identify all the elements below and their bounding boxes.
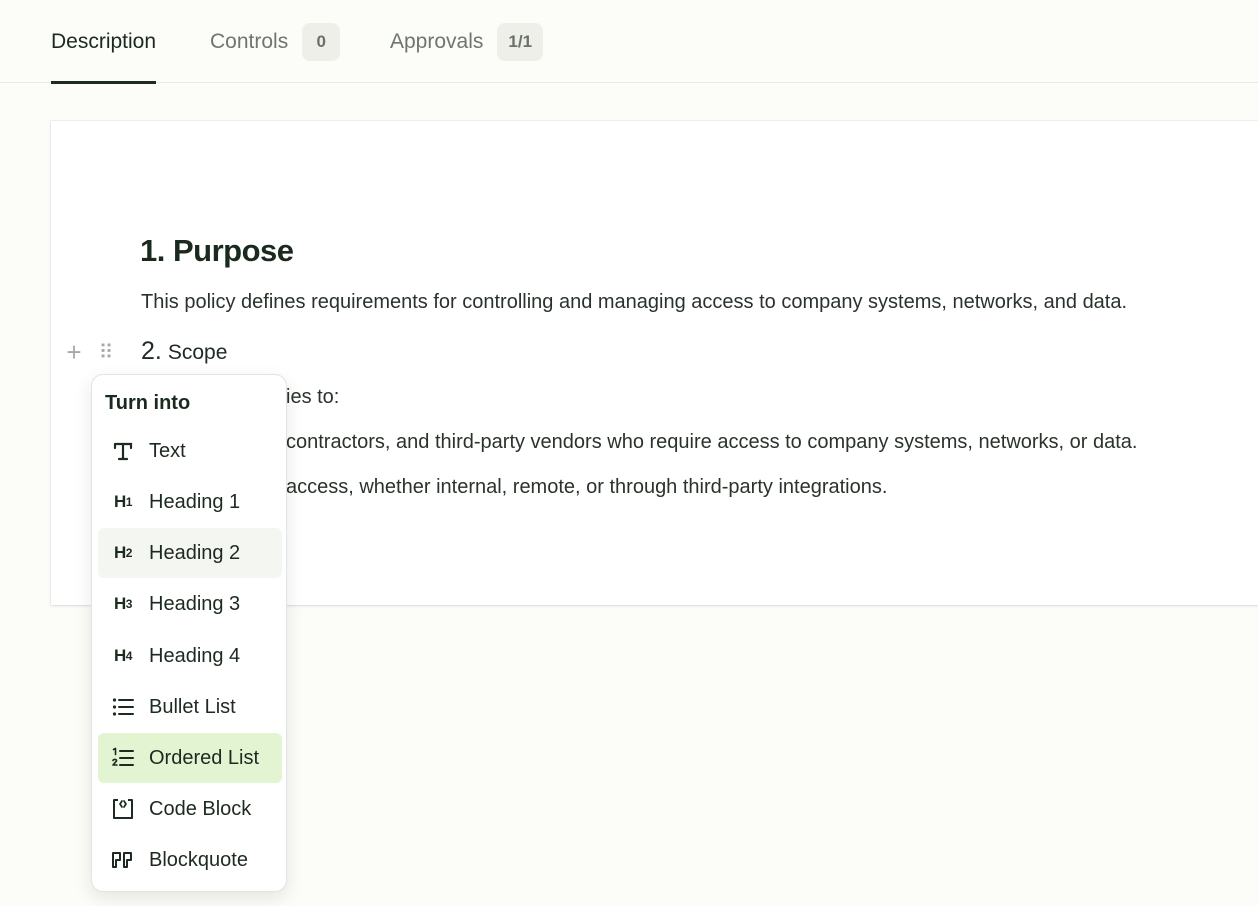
drag-handle[interactable]: ⠿ bbox=[94, 338, 118, 366]
bullet-list-icon bbox=[98, 697, 148, 717]
menu-item-text[interactable]: Text bbox=[98, 426, 282, 476]
menu-item-blockquote[interactable]: Blockquote bbox=[98, 835, 282, 885]
drag-handle-icon: ⠿ bbox=[98, 341, 114, 364]
scope-list-item-2[interactable]: access, whether internal, remote, or thr… bbox=[286, 476, 887, 499]
tab-description-label: Description bbox=[51, 29, 157, 53]
menu-title: Turn into bbox=[105, 392, 191, 414]
menu-item-code-block[interactable]: Code Block bbox=[98, 784, 282, 834]
tab-controls[interactable]: Controls 0 bbox=[210, 0, 341, 83]
menu-item-ordered-list[interactable]: Ordered List bbox=[98, 733, 282, 783]
heading-2-icon: H2 bbox=[114, 543, 132, 562]
approvals-count-badge: 1/1 bbox=[497, 22, 544, 61]
menu-item-label: Heading 3 bbox=[149, 592, 241, 615]
menu-item-heading-1[interactable]: H1 Heading 1 bbox=[98, 477, 282, 527]
menu-item-heading-3[interactable]: H3 Heading 3 bbox=[98, 579, 282, 629]
scope-list-item-1[interactable]: contractors, and third-party vendors who… bbox=[286, 431, 1137, 454]
tab-bar: Description Controls 0 Approvals 1/1 bbox=[0, 0, 1258, 84]
heading-1-icon: H1 bbox=[114, 492, 132, 511]
blockquote-icon bbox=[98, 851, 148, 869]
tab-description[interactable]: Description bbox=[51, 0, 157, 84]
menu-item-label: Bullet List bbox=[149, 695, 236, 718]
active-tab-indicator bbox=[51, 81, 157, 84]
plus-icon: + bbox=[66, 336, 82, 367]
controls-count-badge: 0 bbox=[302, 22, 341, 61]
tab-controls-label: Controls bbox=[210, 29, 289, 53]
menu-item-label: Heading 2 bbox=[149, 541, 241, 564]
menu-item-label: Text bbox=[149, 439, 186, 462]
heading-4-icon: H4 bbox=[114, 646, 132, 665]
menu-item-label: Ordered List bbox=[149, 746, 260, 769]
purpose-paragraph[interactable]: This policy defines requirements for con… bbox=[141, 291, 1127, 314]
heading-scope-text: Scope bbox=[167, 341, 228, 364]
menu-item-heading-4[interactable]: H4 Heading 4 bbox=[98, 631, 282, 681]
heading-purpose[interactable]: 1. Purpose bbox=[140, 233, 294, 269]
ordered-list-icon bbox=[98, 747, 148, 769]
heading-3-icon: H3 bbox=[114, 594, 132, 613]
heading-scope[interactable]: 2. Scope bbox=[141, 337, 227, 366]
menu-item-label: Heading 1 bbox=[149, 490, 241, 513]
code-block-icon bbox=[98, 798, 148, 820]
menu-item-label: Code Block bbox=[149, 797, 252, 820]
menu-item-bullet-list[interactable]: Bullet List bbox=[98, 682, 282, 732]
menu-item-label: Heading 4 bbox=[149, 644, 241, 667]
scope-intro-paragraph[interactable]: ies to: bbox=[286, 386, 339, 409]
heading-scope-number: 2. bbox=[141, 337, 162, 365]
turn-into-menu: Turn into Text H1 Heading 1 H2 Heading 2… bbox=[91, 374, 287, 892]
menu-item-heading-2[interactable]: H2 Heading 2 bbox=[98, 528, 282, 578]
menu-item-label: Blockquote bbox=[149, 848, 248, 871]
text-icon bbox=[98, 440, 148, 462]
tab-approvals-label: Approvals bbox=[390, 29, 484, 53]
tab-approvals[interactable]: Approvals 1/1 bbox=[390, 0, 544, 83]
add-block-button[interactable]: + bbox=[62, 336, 86, 367]
